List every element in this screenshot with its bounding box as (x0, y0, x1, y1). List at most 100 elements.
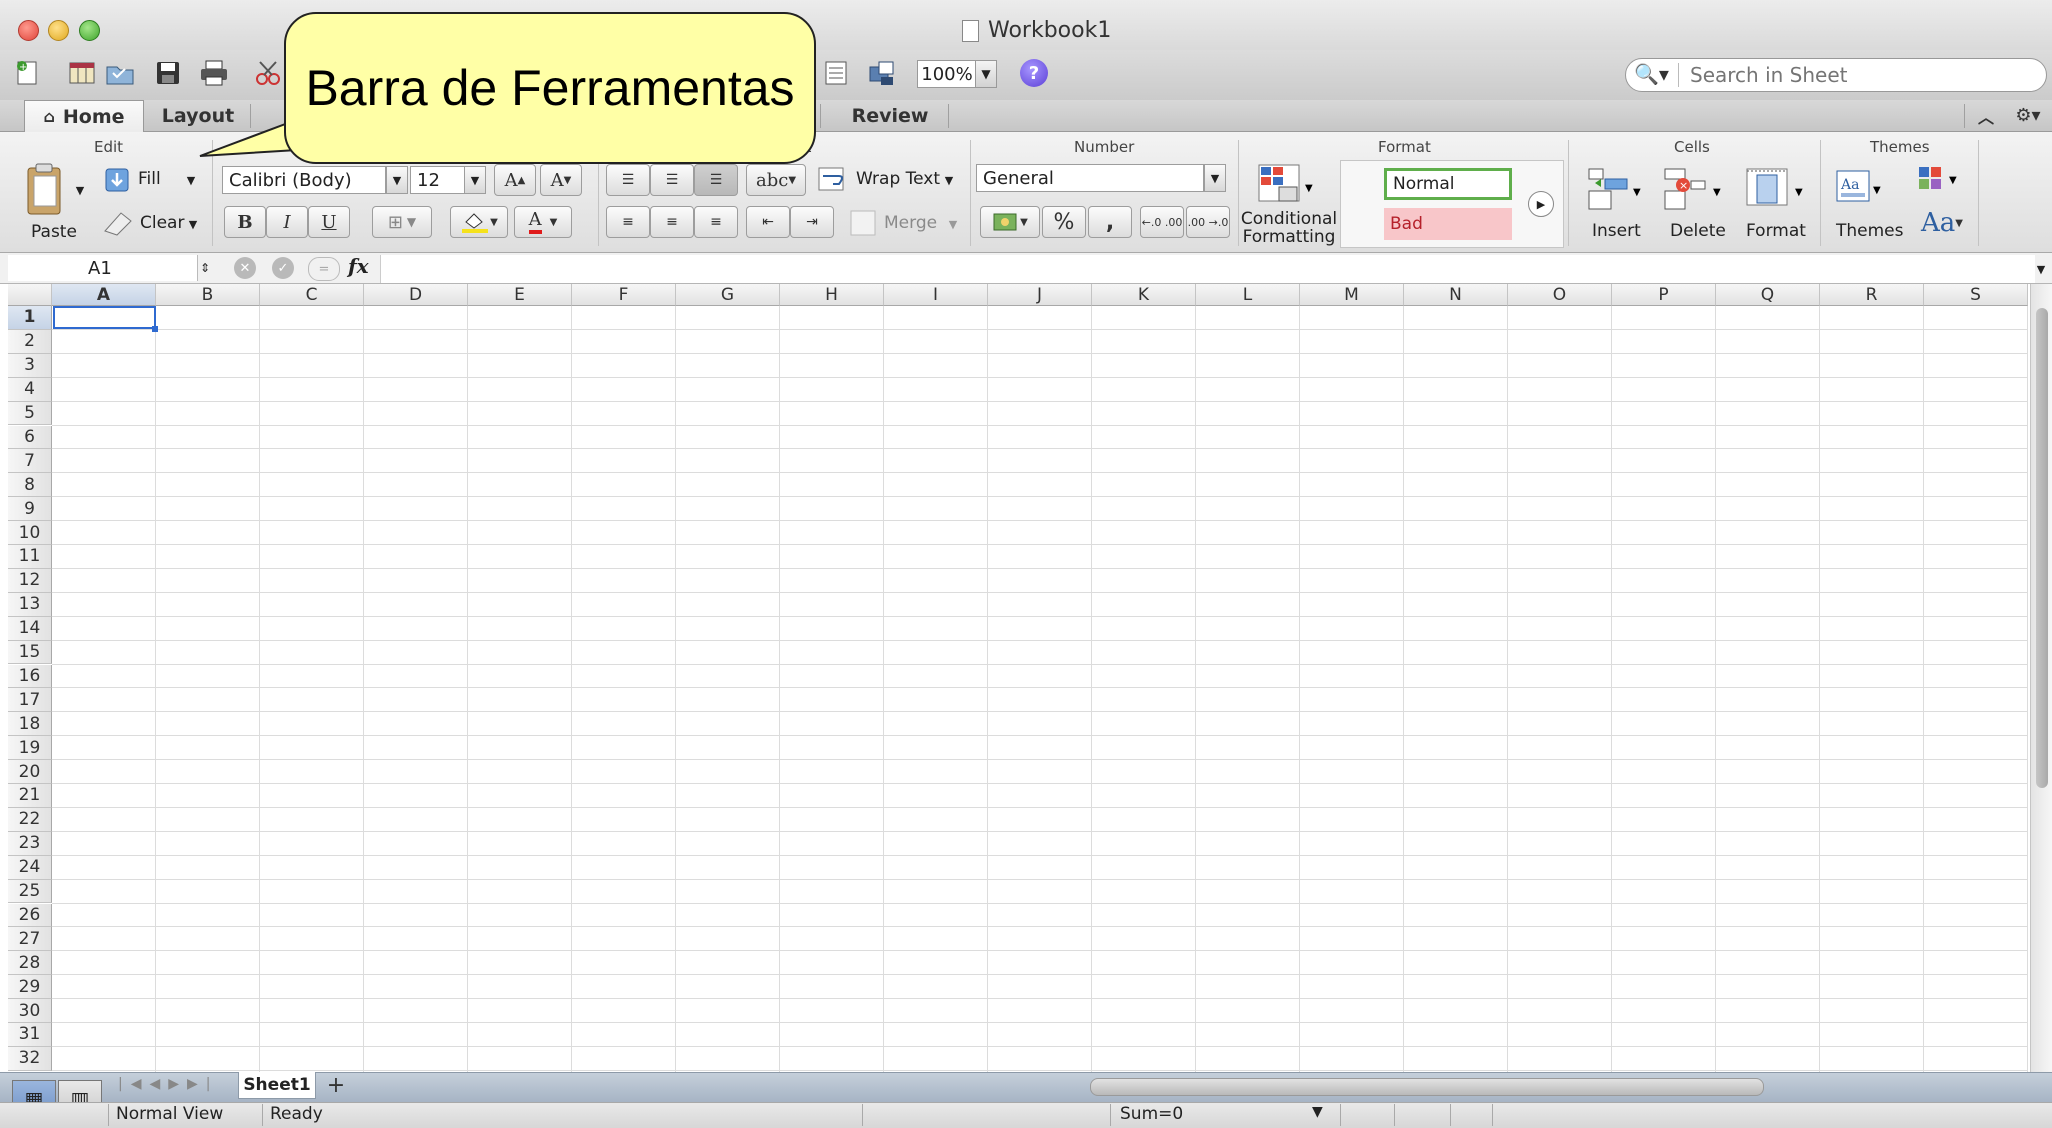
number-format-field[interactable]: General (976, 164, 1204, 192)
search-box[interactable]: 🔍▾ (1625, 58, 2047, 92)
align-bottom-button[interactable]: ☰ (694, 164, 738, 196)
row-header[interactable]: 30 (8, 999, 52, 1023)
row-header[interactable]: 17 (8, 688, 52, 713)
select-all-corner[interactable] (8, 284, 52, 306)
column-header[interactable]: B (156, 284, 260, 306)
clear-label[interactable]: Clear (140, 213, 184, 233)
wrap-text-icon[interactable] (816, 162, 850, 196)
align-right-button[interactable]: ≡ (694, 206, 738, 238)
row-header[interactable]: 8 (8, 473, 52, 498)
align-left-button[interactable]: ≡ (606, 206, 650, 238)
column-header[interactable]: Q (1716, 284, 1820, 306)
row-header[interactable]: 24 (8, 855, 52, 880)
row-header[interactable]: 18 (8, 712, 52, 737)
row-header[interactable]: 4 (8, 377, 52, 402)
fill-handle[interactable] (152, 326, 158, 332)
paste-label[interactable]: Paste (24, 222, 84, 242)
comma-style-button[interactable]: , (1088, 206, 1132, 238)
add-sheet-button[interactable]: + (320, 1072, 352, 1098)
row-header[interactable]: 14 (8, 616, 52, 641)
column-header[interactable]: D (364, 284, 468, 306)
clear-eraser-icon[interactable] (100, 208, 136, 238)
italic-button[interactable]: I (266, 206, 308, 238)
fill-label[interactable]: Fill (138, 169, 161, 189)
zoom-window-button[interactable] (79, 20, 100, 41)
insert-function-icon[interactable]: fx (348, 254, 369, 278)
row-header[interactable]: 28 (8, 951, 52, 976)
grow-font-button[interactable]: A ▲ (494, 164, 536, 196)
collapse-ribbon-icon[interactable]: ︿ (1972, 100, 2000, 131)
theme-colors-icon[interactable]: ▼ (1914, 164, 1964, 196)
row-header[interactable]: 1 (8, 306, 52, 330)
insert-cells-icon[interactable]: ▼ (1584, 164, 1644, 214)
status-sum[interactable]: Sum=0 (1120, 1104, 1183, 1124)
row-header[interactable]: 10 (8, 521, 52, 545)
orientation-button[interactable]: abc ▼ (746, 164, 806, 196)
row-header[interactable]: 29 (8, 975, 52, 1000)
column-header[interactable]: I (884, 284, 988, 306)
increase-decimal-button[interactable]: ←.0 .00 (1140, 206, 1184, 238)
open-icon[interactable] (104, 58, 136, 88)
format-label[interactable]: Format (1746, 221, 1806, 241)
column-header[interactable]: E (468, 284, 572, 306)
insert-label[interactable]: Insert (1592, 221, 1641, 241)
merge-label[interactable]: Merge (884, 213, 937, 233)
row-header[interactable]: 23 (8, 831, 52, 856)
number-format-dropdown-arrow[interactable]: ▼ (1204, 164, 1226, 192)
row-header[interactable]: 6 (8, 425, 52, 450)
align-middle-button[interactable]: ☰ (650, 164, 694, 196)
accounting-format-button[interactable]: ▼ (980, 206, 1040, 238)
status-sum-dropdown-arrow[interactable]: ▼ (1312, 1104, 1323, 1120)
column-header[interactable]: M (1300, 284, 1404, 306)
font-size-dropdown-arrow[interactable]: ▼ (464, 166, 486, 194)
increase-indent-button[interactable]: ⇥ (790, 206, 834, 238)
row-header[interactable]: 16 (8, 664, 52, 689)
merge-icon[interactable] (848, 208, 878, 238)
save-icon[interactable] (152, 58, 184, 88)
row-header[interactable]: 21 (8, 784, 52, 808)
font-size-field[interactable]: 12 (410, 166, 466, 194)
cancel-entry-icon[interactable]: ✕ (234, 257, 256, 279)
row-header[interactable]: 11 (8, 545, 52, 569)
row-header[interactable]: 22 (8, 807, 52, 832)
paste-icon[interactable] (20, 160, 68, 220)
confirm-entry-icon[interactable]: ✓ (272, 257, 294, 279)
shrink-font-button[interactable]: A ▼ (540, 164, 582, 196)
font-name-field[interactable]: Calibri (Body) (222, 166, 386, 194)
new-document-icon[interactable]: + (12, 58, 44, 88)
styles-more-button[interactable]: ▶ (1528, 191, 1554, 217)
formula-input[interactable] (380, 255, 2035, 283)
font-color-button[interactable]: A ▼ (514, 206, 572, 238)
percent-button[interactable]: % (1042, 206, 1086, 238)
row-header[interactable]: 5 (8, 401, 52, 426)
column-header[interactable]: K (1092, 284, 1196, 306)
sheet-navigation-arrows[interactable]: |◀◀▶▶| (118, 1076, 219, 1092)
vertical-scroll-thumb[interactable] (2036, 308, 2048, 788)
decrease-indent-button[interactable]: ⇤ (746, 206, 790, 238)
delete-label[interactable]: Delete (1670, 221, 1726, 241)
row-header[interactable]: 3 (8, 353, 52, 378)
underline-button[interactable]: U (308, 206, 350, 238)
row-header[interactable]: 26 (8, 903, 52, 928)
zoom-dropdown-arrow[interactable]: ▼ (975, 60, 997, 88)
horizontal-scrollbar[interactable] (1090, 1078, 1764, 1096)
row-header[interactable]: 20 (8, 760, 52, 784)
bold-button[interactable]: B (224, 206, 266, 238)
selected-cell[interactable] (53, 306, 156, 329)
column-header[interactable]: A (52, 284, 156, 306)
row-header[interactable]: 27 (8, 927, 52, 952)
sheet-tab[interactable]: Sheet1 (238, 1072, 316, 1099)
spreadsheet-grid[interactable]: A B C D E F G H I J K L M N O P Q R S 1 2 3 4 5 6 7 8 9 10 11 12 13 14 15… (8, 284, 2028, 1074)
tab-layout[interactable]: Layout (148, 100, 248, 131)
row-header[interactable]: 19 (8, 736, 52, 761)
column-header[interactable]: N (1404, 284, 1508, 306)
clear-dropdown-arrow[interactable]: ▼ (186, 216, 200, 232)
row-header[interactable]: 7 (8, 449, 52, 474)
column-header[interactable]: P (1612, 284, 1716, 306)
cut-icon[interactable] (252, 58, 284, 88)
name-box-stepper[interactable]: ⇕ (196, 256, 214, 280)
fill-color-button[interactable]: ▼ (450, 206, 508, 238)
align-top-button[interactable]: ☰ (606, 164, 650, 196)
theme-fonts-button[interactable]: Aa ▼ (1914, 206, 1970, 240)
column-header[interactable]: R (1820, 284, 1924, 306)
